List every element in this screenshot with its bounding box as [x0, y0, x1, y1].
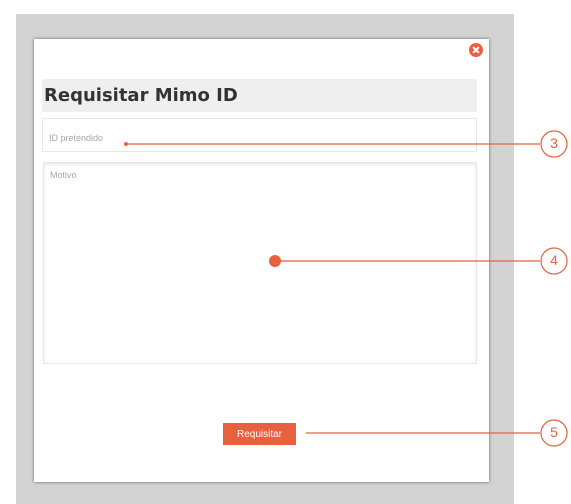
- reason-textarea[interactable]: Motivo: [43, 162, 477, 364]
- dialog-title: Requisitar Mimo ID: [44, 85, 238, 106]
- id-input[interactable]: ID pretendido: [42, 118, 477, 152]
- id-input-placeholder: ID pretendido: [49, 133, 104, 143]
- callout-number-3: 3: [550, 135, 558, 151]
- submit-button[interactable]: Requisitar: [223, 423, 296, 445]
- reason-textarea-placeholder: Motivo: [50, 170, 77, 180]
- close-icon[interactable]: [469, 43, 483, 57]
- callout-number-5: 5: [550, 424, 558, 440]
- callout-number-4: 4: [550, 252, 558, 268]
- dialog-header: Requisitar Mimo ID: [42, 79, 477, 112]
